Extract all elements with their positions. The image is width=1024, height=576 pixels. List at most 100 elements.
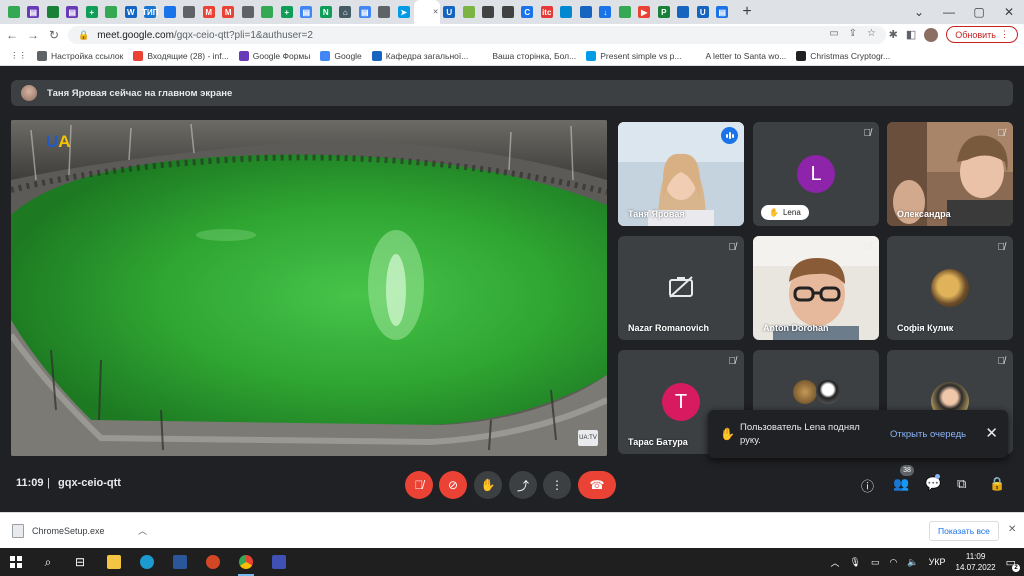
chrome-icon[interactable] [236, 552, 256, 576]
participant-tile[interactable]: 🎙̸ Anton Dorohan [753, 236, 879, 340]
bookmark-item[interactable]: Present simple vs p... [586, 50, 682, 61]
browser-tab[interactable] [102, 0, 122, 24]
browser-tab[interactable]: + [277, 0, 297, 24]
close-tab-icon[interactable]: ✕ [433, 8, 439, 16]
participant-tile[interactable]: 🎙̸ L ✋ Lena [753, 122, 879, 226]
browser-tab[interactable]: + [82, 0, 102, 24]
people-icon[interactable]: 👥 [893, 476, 909, 492]
windows-start-icon[interactable] [10, 556, 22, 568]
browser-tab[interactable] [258, 0, 278, 24]
host-controls-icon[interactable]: 🔒 [989, 476, 1005, 492]
browser-tab[interactable]: ▶ [635, 0, 655, 24]
share-icon[interactable]: ⇪ [849, 28, 857, 39]
apps-icon[interactable]: ⋮⋮ [10, 50, 27, 61]
bookmark-item[interactable]: Christmas Cryptogr... [796, 50, 890, 61]
browser-tab[interactable] [459, 0, 479, 24]
browser-tab[interactable]: ▤ [713, 0, 733, 24]
word-icon[interactable] [170, 552, 190, 572]
chevron-up-icon[interactable]: ︿ [138, 524, 147, 537]
mic-toggle-button[interactable]: 🎙̸ [405, 471, 433, 499]
camera-permission-icon[interactable]: ▭ [829, 28, 838, 39]
network-icon[interactable]: ◠ [890, 557, 898, 568]
reload-icon[interactable]: ↻ [45, 28, 63, 42]
address-bar[interactable]: 🔒 meet.google.com/gqx-ceio-qtt?pli=1&aut… [68, 26, 886, 44]
browser-tab[interactable] [615, 0, 635, 24]
back-icon[interactable]: ← [3, 28, 21, 42]
clock[interactable]: 11:09 14.07.2022 [956, 551, 996, 573]
tab-search-icon[interactable]: ⌄ [904, 5, 934, 19]
extensions-icon[interactable]: ✱ [889, 28, 898, 41]
raise-hand-button[interactable]: ✋ [474, 471, 502, 499]
task-view-icon[interactable]: ⊟ [70, 552, 90, 572]
volume-icon[interactable]: 🔈 [907, 557, 918, 568]
download-item[interactable]: ChromeSetup.exe [12, 524, 105, 538]
browser-tab[interactable]: ▤ [297, 0, 317, 24]
browser-tab[interactable]: ▤ [63, 0, 83, 24]
browser-tab[interactable] [375, 0, 395, 24]
browser-tab[interactable]: C [518, 0, 538, 24]
browser-tab[interactable] [674, 0, 694, 24]
notifications-icon[interactable]: ▭ 2 [1006, 556, 1020, 572]
file-explorer-icon[interactable] [104, 552, 124, 572]
maximize-icon[interactable]: ▢ [964, 5, 994, 19]
chevron-up-icon[interactable]: ︿ [831, 556, 840, 569]
browser-tab[interactable]: ✕ [413, 0, 440, 24]
microphone-icon[interactable]: 🎙 [850, 557, 861, 568]
browser-tab[interactable]: M [219, 0, 239, 24]
bookmark-item[interactable]: Входящие (28) - inf... [133, 50, 229, 61]
browser-tab[interactable]: ⌂ [336, 0, 356, 24]
forward-icon[interactable]: → [24, 28, 42, 42]
participant-tile[interactable]: 🎙̸ Софія Кулик [887, 236, 1013, 340]
side-panel-icon[interactable]: ◧ [906, 28, 916, 41]
browser-tab[interactable]: ➤ [394, 0, 414, 24]
participant-tile[interactable]: Таня Яровая [618, 122, 744, 226]
main-video[interactable]: UA UA:TV [11, 120, 607, 456]
bookmark-item[interactable]: Google [320, 50, 362, 61]
bookmark-item[interactable]: Настройка ссылок [37, 50, 123, 61]
browser-tab[interactable] [43, 0, 63, 24]
participant-tile[interactable]: 🎙̸ Олександра [887, 122, 1013, 226]
leave-call-button[interactable]: ☎ [578, 471, 616, 499]
camera-toggle-button[interactable]: ⊘ [439, 471, 467, 499]
browser-tab[interactable] [576, 0, 596, 24]
present-button[interactable]: ⤴ [509, 471, 537, 499]
browser-tab[interactable] [238, 0, 258, 24]
browser-tab[interactable]: U [693, 0, 713, 24]
close-window-icon[interactable]: ✕ [994, 5, 1024, 19]
profile-avatar[interactable] [924, 27, 939, 42]
browser-tab[interactable]: ▤ [355, 0, 375, 24]
info-icon[interactable]: ⓘ [861, 476, 874, 495]
browser-tab[interactable]: N [316, 0, 336, 24]
close-toast-icon[interactable]: ✕ [985, 424, 998, 442]
star-icon[interactable]: ☆ [867, 28, 876, 39]
save-app-icon[interactable] [269, 552, 289, 572]
update-button[interactable]: Обновить ⋮ [946, 26, 1018, 43]
browser-tab[interactable] [160, 0, 180, 24]
battery-icon[interactable]: ▭ [871, 557, 880, 568]
search-icon[interactable]: ⌕ [38, 552, 58, 572]
browser-tab[interactable]: ▤ [24, 0, 44, 24]
activities-icon[interactable]: ⧉ [957, 476, 966, 492]
edge-icon[interactable] [137, 552, 157, 572]
browser-tab[interactable]: ↓ [596, 0, 616, 24]
browser-tab[interactable]: W [121, 0, 141, 24]
browser-tab[interactable]: itc [537, 0, 557, 24]
bookmark-item[interactable]: Ваша сторінка, Бол... [478, 50, 576, 61]
browser-tab[interactable]: M [199, 0, 219, 24]
more-options-button[interactable]: ⋮ [543, 471, 571, 499]
powerpoint-icon[interactable] [203, 552, 223, 572]
bookmark-item[interactable]: A letter to Santa wo... [691, 50, 786, 61]
new-tab-button[interactable]: + [738, 3, 756, 21]
browser-tab[interactable]: U [440, 0, 460, 24]
browser-tab[interactable] [180, 0, 200, 24]
browser-tab[interactable] [4, 0, 24, 24]
participant-tile[interactable]: 🎙̸ Nazar Romanovich [618, 236, 744, 340]
close-downloads-icon[interactable]: ✕ [1008, 524, 1016, 535]
browser-tab[interactable] [498, 0, 518, 24]
minimize-icon[interactable]: — [934, 5, 964, 19]
bookmark-item[interactable]: Кафедра загальної... [371, 50, 468, 61]
browser-tab[interactable]: ТИП [141, 0, 161, 24]
lock-icon[interactable]: 🔒 [78, 30, 89, 41]
show-all-downloads-button[interactable]: Показать все [929, 521, 999, 541]
bookmark-item[interactable]: Google Формы [238, 50, 310, 61]
